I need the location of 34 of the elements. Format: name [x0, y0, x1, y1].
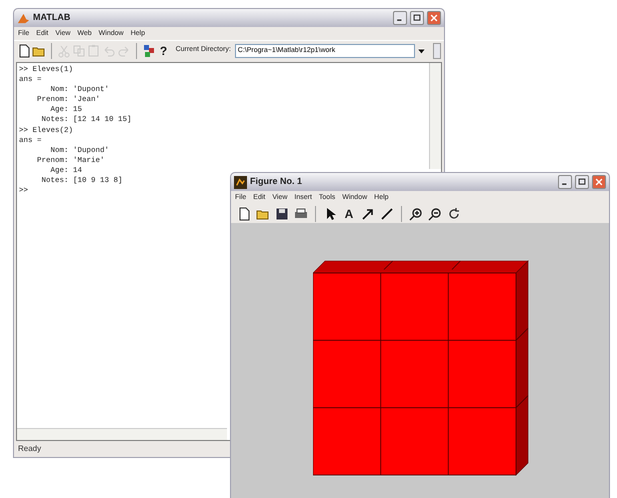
- new-button[interactable]: [17, 42, 31, 60]
- printer-icon: [294, 206, 308, 220]
- copy-icon: [72, 44, 86, 58]
- close-button[interactable]: [592, 175, 606, 189]
- matlab-logo-icon: [17, 12, 30, 24]
- figure-logo-icon: [234, 176, 247, 188]
- maximize-icon: [412, 13, 422, 23]
- maximize-button[interactable]: [575, 175, 589, 189]
- minimize-button[interactable]: [558, 175, 572, 189]
- line-icon: [380, 206, 394, 220]
- new-document-icon: [17, 44, 31, 58]
- new-document-icon: [237, 206, 251, 220]
- horizontal-scrollbar[interactable]: [17, 428, 227, 440]
- arrow-icon: [361, 206, 375, 220]
- text-tool-button[interactable]: A: [340, 204, 358, 222]
- rotate-icon: [447, 206, 461, 220]
- close-button[interactable]: [427, 11, 441, 25]
- vertical-scrollbar[interactable]: [429, 63, 441, 169]
- clipboard-icon: [86, 44, 101, 58]
- close-icon: [594, 177, 604, 187]
- help-button[interactable]: ?: [156, 42, 171, 60]
- undo-arrow-icon: [102, 44, 116, 58]
- redo-arrow-icon: [116, 44, 131, 58]
- minimize-button[interactable]: [393, 11, 407, 25]
- zoom-out-icon: [428, 206, 442, 220]
- maximize-button[interactable]: [410, 11, 424, 25]
- maximize-icon: [577, 177, 587, 187]
- scissors-icon: [56, 44, 71, 58]
- window-title: Figure No. 1: [250, 175, 304, 188]
- close-icon: [429, 13, 439, 23]
- window-title: MATLAB: [33, 11, 72, 24]
- status-text: Ready: [18, 443, 42, 455]
- blocks-icon: [142, 44, 156, 58]
- zoom-in-icon: [409, 206, 423, 220]
